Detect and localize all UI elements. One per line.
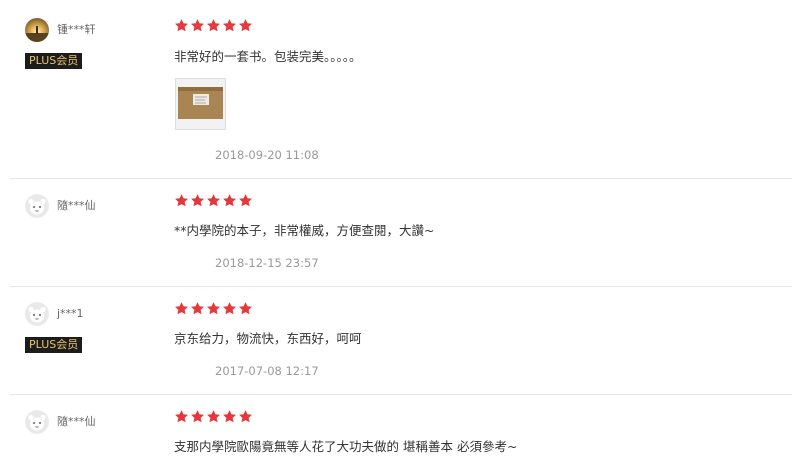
review-divider <box>10 178 792 179</box>
review-content: 京东给力，物流快，东西好，呵呵 <box>174 331 362 346</box>
star-icon <box>174 301 189 316</box>
star-icon <box>206 409 221 424</box>
review-content: 支那内學院歐陽竟無等人花了大功夫做的 堪稱善本 必須參考~ <box>174 439 518 454</box>
star-icon <box>222 409 237 424</box>
username[interactable]: j***1 <box>57 307 84 321</box>
review-content: **内學院的本子，非常權威，方便查閱，大讚~ <box>174 223 435 238</box>
star-icon <box>238 409 253 424</box>
star-icon <box>190 18 205 33</box>
review-date: 2018-09-20 11:08 <box>215 148 319 162</box>
star-rating <box>174 301 254 317</box>
star-icon <box>174 409 189 424</box>
star-icon <box>190 301 205 316</box>
star-rating <box>174 18 254 34</box>
star-icon <box>174 193 189 208</box>
star-icon <box>222 18 237 33</box>
review-date: 2017-07-08 12:17 <box>215 364 319 378</box>
default-avatar-icon[interactable] <box>25 410 49 434</box>
star-icon <box>238 193 253 208</box>
review-date: 2018-12-15 23:57 <box>215 256 319 270</box>
star-icon <box>238 301 253 316</box>
star-icon <box>222 193 237 208</box>
username[interactable]: 隨***仙 <box>57 415 96 429</box>
sunset-avatar-icon[interactable] <box>25 18 49 42</box>
star-icon <box>222 301 237 316</box>
review-divider <box>10 286 792 287</box>
star-icon <box>238 18 253 33</box>
plus-member-badge: PLUS会员 <box>25 53 83 69</box>
review-photo-thumbnail[interactable] <box>175 78 226 130</box>
star-icon <box>190 193 205 208</box>
star-rating <box>174 409 254 425</box>
star-rating <box>174 193 254 209</box>
review-divider <box>10 394 792 395</box>
star-icon <box>206 301 221 316</box>
plus-member-badge: PLUS会员 <box>25 337 83 353</box>
username[interactable]: 隨***仙 <box>57 199 96 213</box>
star-icon <box>174 18 189 33</box>
default-avatar-icon[interactable] <box>25 194 49 218</box>
star-icon <box>206 193 221 208</box>
star-icon <box>190 409 205 424</box>
username[interactable]: 锺***轩 <box>57 23 96 37</box>
review-content: 非常好的一套书。包装完美。。。。。 <box>174 49 362 64</box>
star-icon <box>206 18 221 33</box>
default-avatar-icon[interactable] <box>25 302 49 326</box>
